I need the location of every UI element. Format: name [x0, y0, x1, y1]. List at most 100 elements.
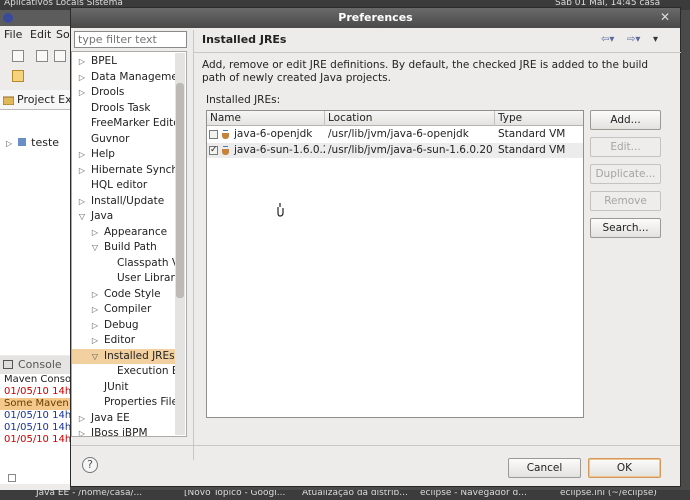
tree-item-install-update[interactable]: ▷ Install/Update	[72, 194, 176, 209]
tree-item-compiler[interactable]: ▷ Compiler	[72, 302, 176, 317]
project-item-teste[interactable]: ▷ teste	[6, 136, 59, 149]
tree-item-label: HQL editor	[91, 179, 148, 191]
tree-item-classpath-var[interactable]: Classpath Var	[72, 256, 176, 271]
project-explorer-tab[interactable]: Project Exp	[0, 90, 79, 110]
save-icon[interactable]	[36, 50, 48, 62]
installed-jres-label: Installed JREs:	[206, 94, 281, 106]
expand-arrow-icon[interactable]: ▷	[90, 318, 100, 333]
jre-checkbox[interactable]: ✓	[209, 146, 218, 155]
menu-edit[interactable]: Edit	[30, 28, 51, 41]
tree-item-java[interactable]: ▽ Java	[72, 209, 176, 224]
filter-input[interactable]	[74, 31, 187, 48]
wand-icon[interactable]	[12, 70, 24, 82]
expand-arrow-icon[interactable]: ▷	[77, 163, 87, 178]
tree-item-bpel[interactable]: ▷ BPEL	[72, 54, 176, 69]
taskbar-item[interactable]: [Novo Tópico - Googl...	[184, 490, 285, 498]
tree-item-java-ee[interactable]: ▷ Java EE	[72, 411, 176, 426]
menu-file[interactable]: File	[4, 28, 22, 41]
remove-button[interactable]: Remove	[590, 191, 661, 211]
back-arrow-icon[interactable]: ⇦▾	[601, 34, 614, 45]
tree-item-label: FreeMarker Editor	[91, 117, 176, 129]
expand-arrow-icon[interactable]: ▷	[6, 139, 12, 148]
cancel-button[interactable]: Cancel	[508, 458, 581, 478]
tree-item-jboss-jbpm[interactable]: ▷ JBoss jBPM	[72, 426, 176, 436]
tree-item-build-path[interactable]: ▽ Build Path	[72, 240, 176, 255]
help-icon[interactable]: ?	[82, 457, 98, 473]
menu-source[interactable]: So	[56, 28, 70, 41]
expand-arrow-icon[interactable]: ▷	[77, 426, 87, 436]
expand-arrow-icon[interactable]: ▷	[77, 411, 87, 426]
tree-item-junit[interactable]: JUnit	[72, 380, 176, 395]
close-icon[interactable]: ✕	[658, 10, 672, 24]
ok-button[interactable]: OK	[588, 458, 661, 478]
console-line: 01/05/10 14h3	[4, 410, 78, 421]
taskbar-item[interactable]: Atualização da distrib...	[302, 490, 408, 498]
column-type[interactable]: Type	[495, 111, 583, 126]
collapse-arrow-icon[interactable]: ▽	[77, 209, 87, 224]
eclipse-menu-bar: File Edit So	[0, 26, 70, 44]
expand-arrow-icon[interactable]: ▷	[90, 287, 100, 302]
forward-arrow-icon[interactable]: ⇨▾	[627, 34, 640, 45]
preferences-tree: ▷ BPEL ▷ Data Management ▷ Drools Drools Task F…	[71, 51, 187, 437]
project-explorer-panel: ▷ teste	[0, 110, 70, 355]
print-icon[interactable]	[54, 50, 66, 62]
jre-table-row[interactable]: ✓ java-6-sun-1.6.0.20/usr/lib/jvm/java-6-…	[207, 143, 583, 158]
expand-arrow-icon[interactable]: ▷	[77, 147, 87, 162]
console-line: 01/05/10 14h32	[4, 386, 84, 397]
expand-arrow-icon[interactable]: ▷	[90, 302, 100, 317]
tree-item-properties-files-e[interactable]: Properties Files E	[72, 395, 176, 410]
tree-item-debug[interactable]: ▷ Debug	[72, 318, 176, 333]
tree-item-code-style[interactable]: ▷ Code Style	[72, 287, 176, 302]
tree-item-appearance[interactable]: ▷ Appearance	[72, 225, 176, 240]
tree-item-hql-editor[interactable]: HQL editor	[72, 178, 176, 193]
taskbar-item[interactable]: eclipse.ini (~/eclipse)	[560, 490, 657, 498]
view-menu-icon[interactable]: ▾	[653, 34, 658, 45]
console-tab-label: Console	[18, 358, 62, 371]
console-toolbar-icon[interactable]	[8, 474, 16, 482]
expand-arrow-icon[interactable]: ▷	[77, 54, 87, 69]
expand-arrow-icon[interactable]: ▷	[90, 225, 100, 240]
jre-checkbox[interactable]	[209, 130, 218, 139]
tree-item-user-libraries[interactable]: User Libraries	[72, 271, 176, 286]
jre-table-row[interactable]: java-6-openjdk/usr/lib/jvm/java-6-openjd…	[207, 127, 583, 142]
project-item-label: teste	[31, 136, 60, 149]
expand-arrow-icon[interactable]: ▷	[77, 194, 87, 209]
eclipse-window: File Edit So Project Exp ▷ teste Console…	[0, 10, 84, 490]
folder-icon	[3, 96, 14, 105]
search-button[interactable]: Search...	[590, 218, 661, 238]
panel-divider[interactable]	[193, 30, 194, 460]
page-description: Add, remove or edit JRE definitions. By …	[202, 59, 649, 84]
expand-arrow-icon[interactable]: ▷	[77, 85, 87, 100]
taskbar: Java EE - /home/casa/... [Novo Tópico - G…	[0, 490, 690, 500]
page-title: Installed JREs	[202, 33, 287, 46]
tree-item-execution-env[interactable]: Execution Env	[72, 364, 176, 379]
collapse-arrow-icon[interactable]: ▽	[90, 240, 100, 255]
tree-item-installed-jres[interactable]: ▽ Installed JREs	[72, 348, 176, 364]
tree-scrollbar-thumb[interactable]	[176, 83, 184, 298]
tree-scrollbar[interactable]	[175, 53, 185, 435]
dialog-title-bar[interactable]: Preferences ✕	[71, 8, 680, 28]
taskbar-item[interactable]: Java EE - /home/casa/...	[36, 490, 142, 498]
tree-item-drools[interactable]: ▷ Drools	[72, 85, 176, 100]
tree-item-data-management[interactable]: ▷ Data Management	[72, 70, 176, 85]
tree-item-drools-task[interactable]: Drools Task	[72, 101, 176, 116]
jre-type: Standard VM	[498, 144, 566, 156]
tree-item-label: Classpath Var	[117, 256, 176, 269]
duplicate-button[interactable]: Duplicate...	[590, 164, 661, 184]
column-location[interactable]: Location	[325, 111, 495, 126]
expand-arrow-icon[interactable]: ▷	[90, 333, 100, 348]
column-name[interactable]: Name	[207, 111, 325, 126]
taskbar-item[interactable]: eclipse - Navegador d...	[420, 490, 527, 498]
tree-item-freemarker-editor[interactable]: FreeMarker Editor	[72, 116, 176, 131]
new-icon[interactable]	[12, 50, 24, 62]
edit-button[interactable]: Edit...	[590, 137, 661, 157]
tree-item-editor[interactable]: ▷ Editor	[72, 333, 176, 348]
collapse-arrow-icon[interactable]: ▽	[90, 349, 100, 364]
tree-item-label: Install/Update	[91, 194, 165, 207]
tree-item-hibernate-synchron[interactable]: ▷ Hibernate Synchron	[72, 163, 176, 178]
add-button[interactable]: Add...	[590, 110, 661, 130]
console-tab[interactable]: Console	[0, 356, 70, 374]
expand-arrow-icon[interactable]: ▷	[77, 70, 87, 85]
tree-item-help[interactable]: ▷ Help	[72, 147, 176, 162]
tree-item-guvnor[interactable]: Guvnor	[72, 132, 176, 147]
